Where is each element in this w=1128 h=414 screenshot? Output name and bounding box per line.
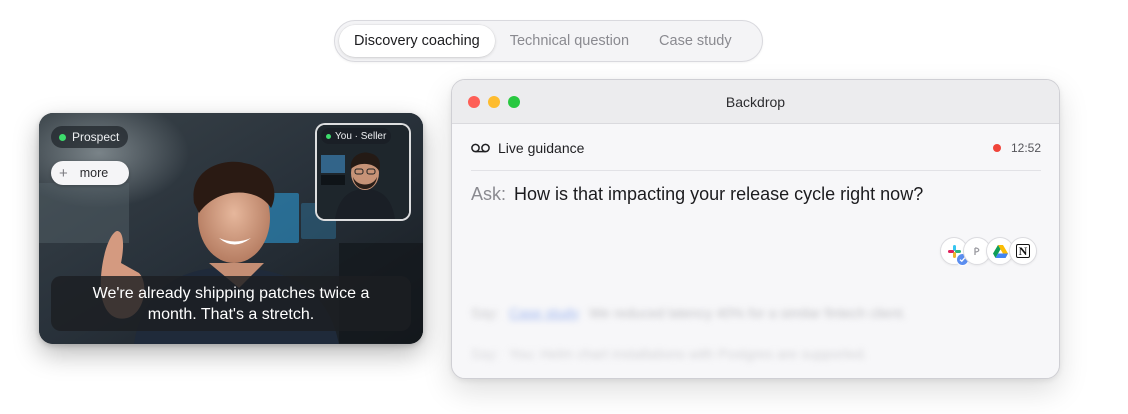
more-label-text: more xyxy=(79,166,109,180)
minimize-window-button[interactable] xyxy=(488,96,500,108)
pendo-glyph xyxy=(974,247,980,255)
ask-text: How is that impacting your release cycle… xyxy=(514,184,924,204)
list-item: Say: Case study We reduced latency 40% f… xyxy=(471,302,906,324)
blurred-suggestions: Say: Case study We reduced latency 40% f… xyxy=(471,302,906,378)
voicemail-icon xyxy=(471,143,490,153)
backdrop-window: Backdrop Live guidance 12:52 Ask: How is… xyxy=(451,79,1060,379)
prospect-label: Prospect xyxy=(51,126,129,148)
stage: Discovery coaching Technical question Ca… xyxy=(0,0,1128,414)
ask-suggestion: Ask: How is that impacting your release … xyxy=(471,184,923,205)
tab-case-study[interactable]: Case study xyxy=(644,25,747,57)
close-window-button[interactable] xyxy=(468,96,480,108)
guidance-header: Live guidance 12:52 xyxy=(471,140,1041,156)
self-label: You · Seller xyxy=(321,128,392,144)
live-guidance-label: Live guidance xyxy=(498,140,585,156)
window-title: Backdrop xyxy=(725,93,786,110)
online-status-icon xyxy=(59,133,66,141)
mode-tabs: Discovery coaching Technical question Ca… xyxy=(334,20,763,62)
suggestion-text: You: Helm chart installations with Postg… xyxy=(509,346,868,362)
recording-timer: 12:52 xyxy=(1010,141,1041,155)
recording-icon xyxy=(992,144,1001,152)
self-label-text: You · Seller xyxy=(335,130,387,142)
source-icons: N xyxy=(940,237,1037,266)
tab-discovery-coaching[interactable]: Discovery coaching xyxy=(339,25,495,57)
more-button[interactable]: + more xyxy=(51,161,129,185)
list-item: Say: You: Helm chart installations with … xyxy=(471,343,906,365)
prospect-label-text: Prospect xyxy=(72,130,120,144)
live-caption: We're already shipping patches twice a m… xyxy=(51,276,411,331)
tab-technical-question[interactable]: Technical question xyxy=(495,25,644,57)
window-controls xyxy=(468,96,520,108)
ask-label: Ask: xyxy=(471,184,507,204)
case-study-link[interactable]: Case study xyxy=(509,305,579,321)
video-call-card: Prospect + more You · Seller We're alrea… xyxy=(39,113,423,344)
suggestion-text: We reduced latency 40% for a similar fin… xyxy=(589,305,907,321)
window-titlebar[interactable]: Backdrop xyxy=(452,80,1059,124)
plus-icon: + xyxy=(59,164,68,182)
recording-status: 12:52 xyxy=(992,141,1041,155)
notion-glyph: N xyxy=(1016,244,1030,258)
suggestion-label: Say: xyxy=(471,346,500,362)
zoom-window-button[interactable] xyxy=(508,96,520,108)
divider xyxy=(471,170,1041,171)
live-guidance: Live guidance xyxy=(471,140,584,156)
online-status-icon xyxy=(326,133,331,139)
notion-icon[interactable]: N xyxy=(1009,237,1037,265)
drive-glyph xyxy=(992,244,1008,258)
self-video-pip: You · Seller xyxy=(315,123,411,221)
suggestion-label: Say: xyxy=(471,305,500,321)
